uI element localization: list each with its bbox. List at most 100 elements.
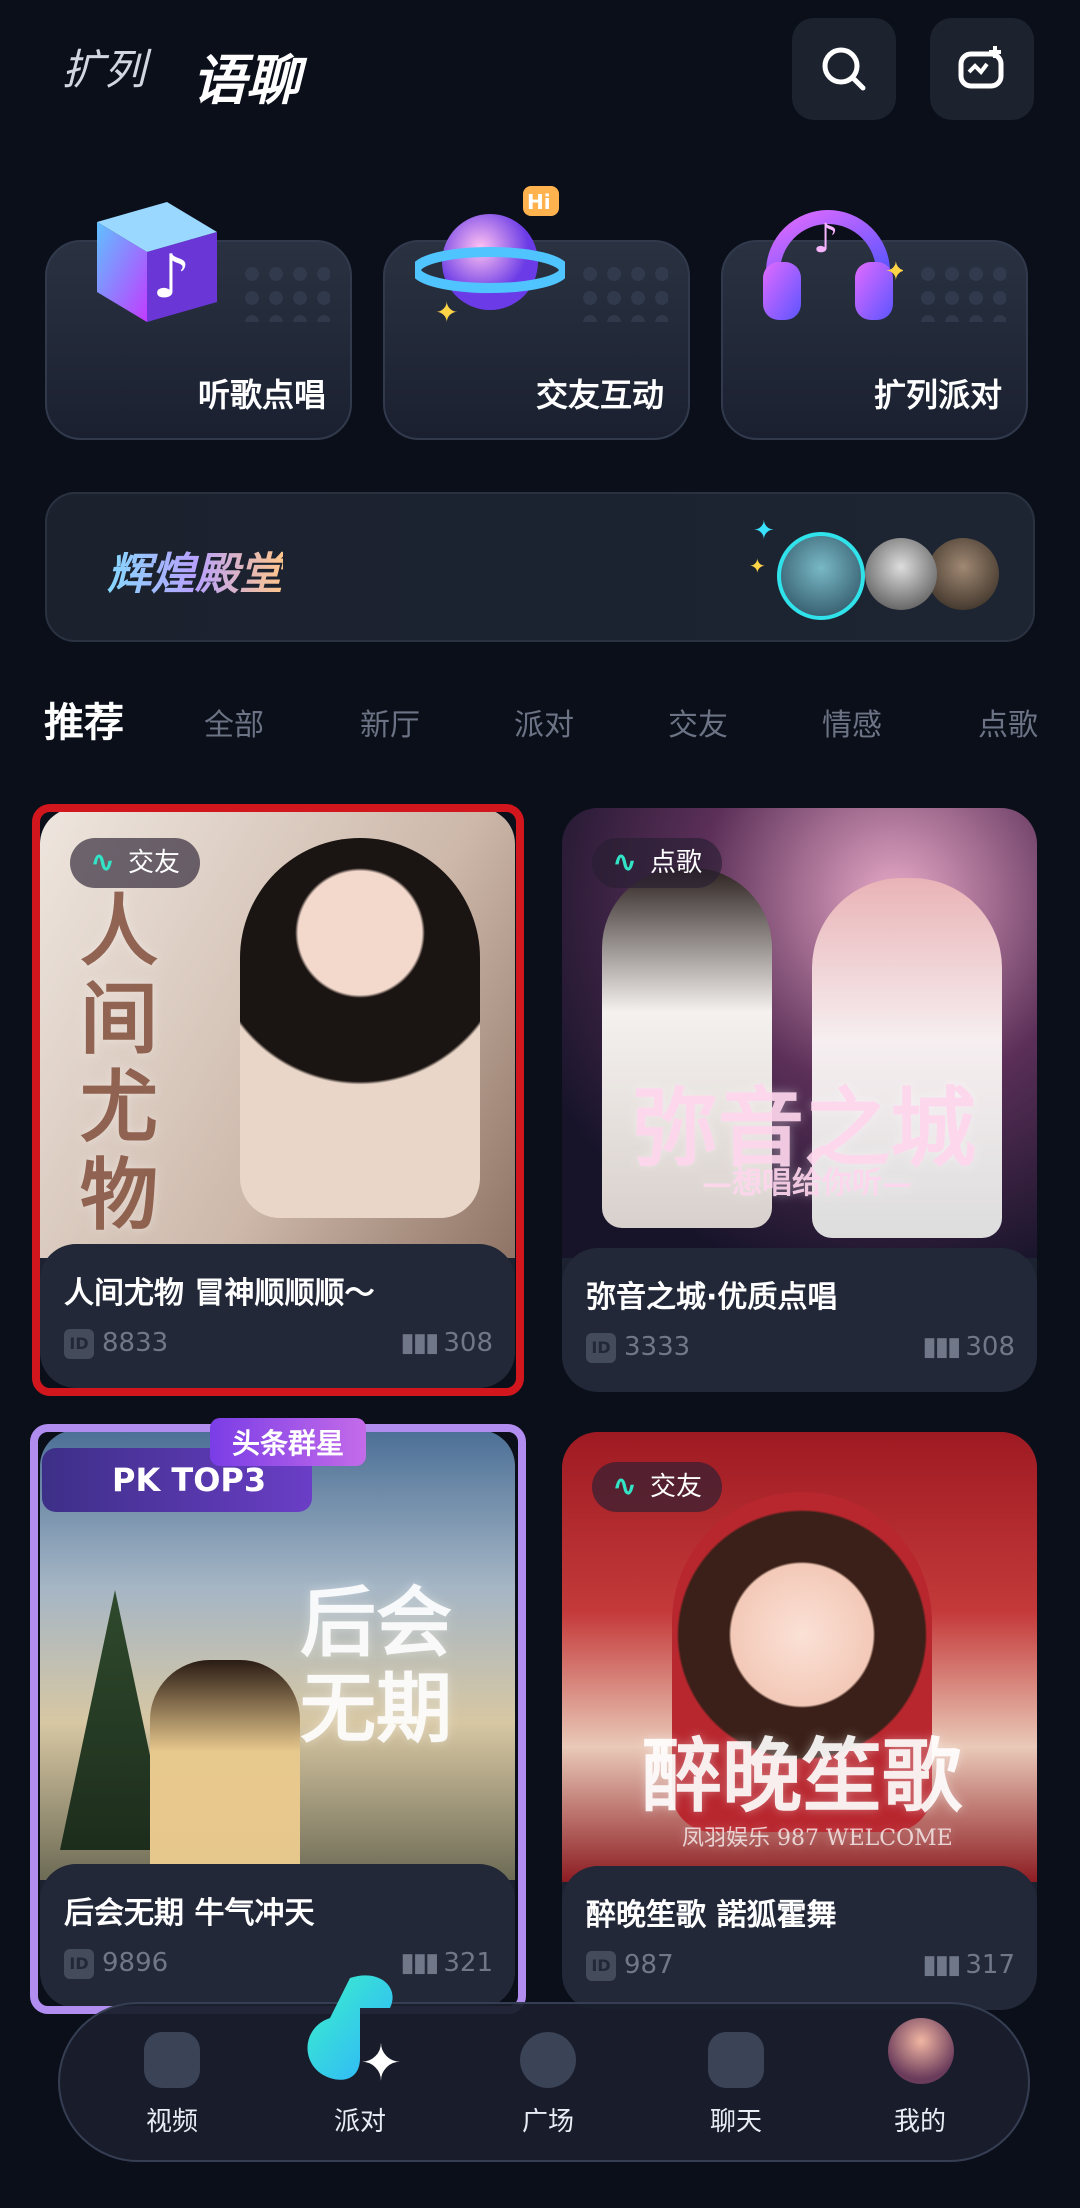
category-card-social[interactable]: Hi ✦ 交友互动	[383, 186, 690, 440]
category-label: 交友互动	[535, 376, 664, 414]
room-id: 8833	[102, 1328, 169, 1358]
search-button[interactable]	[792, 18, 896, 120]
pk-rank-label: PK TOP3	[112, 1461, 267, 1499]
id-icon: ID	[64, 1948, 94, 1979]
avatar	[888, 2018, 954, 2084]
filter-tabs: 推荐 全部 新厅 派对 交友 情感 点歌	[0, 690, 1080, 760]
listener-count-value: 321	[443, 1948, 493, 1978]
tab-expand[interactable]: 扩列	[62, 36, 146, 97]
cover-title: 醉晚笙歌	[642, 1729, 962, 1823]
nav-item-me[interactable]: 我的	[860, 2004, 980, 2164]
svg-text:Hi: Hi	[527, 190, 551, 214]
svg-text:✦: ✦	[885, 257, 903, 287]
nav-label: 派对	[333, 2107, 386, 2137]
top-header: 扩列 语聊	[0, 0, 1080, 140]
nav-item-video[interactable]: 视频	[112, 2004, 232, 2164]
svg-text:♪: ♪	[813, 216, 839, 262]
listener-count-value: 308	[965, 1332, 1015, 1362]
planet-icon: Hi ✦	[415, 186, 565, 329]
svg-text:✦: ✦	[435, 296, 458, 329]
headphones-icon: ♪ ✦	[763, 210, 903, 320]
room-name: 醉晚笙歌 諾狐霍舞	[586, 1898, 837, 1933]
room-card[interactable]: 人间尤物 交友 人间尤物 冒神顺顺顺～ ID 8833 ▮▮▮308	[40, 808, 515, 1388]
nav-item-chat[interactable]: 聊天	[676, 2004, 796, 2164]
category-label: 听歌点唱	[197, 376, 326, 414]
room-id: 3333	[624, 1332, 691, 1362]
category-row: ♪ 听歌点唱 Hi ✦ 交友互动 ♪ ✦ 扩列派对	[45, 186, 1035, 450]
listener-count: ▮▮▮ 308	[922, 1332, 1015, 1362]
cover-title: 人间尤物	[80, 886, 159, 1241]
nav-label: 广场	[521, 2107, 574, 2137]
svg-text:♪: ♪	[152, 242, 190, 312]
sparkle-icon: ✦	[753, 516, 775, 546]
add-room-icon	[958, 46, 1004, 89]
decorative-dots	[240, 262, 330, 322]
bars-icon: ▮▮▮	[922, 1950, 961, 1980]
avatar[interactable]	[777, 532, 865, 620]
room-info: 人间尤物 冒神顺顺顺～ ID 8833 ▮▮▮ 308	[40, 1244, 515, 1388]
room-meta: ID 987 ▮▮▮ 317	[586, 1950, 1015, 1984]
tab-emotion[interactable]: 情感	[822, 700, 882, 744]
video-icon	[144, 2032, 200, 2088]
svg-text:✦: ✦	[360, 2034, 402, 2092]
listener-count: ▮▮▮ 317	[922, 1950, 1015, 1980]
room-name: 后会无期 牛气冲天	[64, 1896, 315, 1931]
bars-icon: ▮▮▮	[922, 1332, 961, 1362]
nav-label: 视频	[145, 2107, 198, 2137]
id-icon: ID	[586, 1950, 616, 1981]
tab-song[interactable]: 点歌	[978, 700, 1038, 744]
avatar[interactable]	[927, 538, 999, 610]
nav-label: 我的	[893, 2107, 946, 2137]
tab-recommend[interactable]: 推荐	[44, 690, 124, 748]
listener-count-value: 308	[443, 1328, 493, 1358]
music-cube-icon: ♪	[97, 202, 217, 322]
bars-icon: ▮▮▮	[400, 1328, 439, 1358]
nav-item-party[interactable]: ✦ 派对	[300, 1975, 420, 2164]
category-label: 扩列派对	[873, 376, 1002, 414]
room-name: 弥音之城·优质点唱	[586, 1280, 838, 1315]
create-room-button[interactable]	[930, 18, 1034, 120]
tab-voice-chat[interactable]: 语聊	[181, 36, 321, 121]
room-tag-badge: 交友	[70, 838, 201, 888]
decorative-dots	[916, 262, 1006, 322]
id-icon: ID	[64, 1328, 94, 1359]
room-id: 987	[624, 1950, 674, 1980]
figure-image	[150, 1660, 300, 1890]
tab-social[interactable]: 交友	[668, 700, 728, 744]
category-card-music[interactable]: ♪ 听歌点唱	[45, 202, 352, 440]
id-icon: ID	[586, 1332, 616, 1363]
bottom-nav: 视频 ✦ 派对 广场 聊天 我的	[58, 1975, 1030, 2164]
room-name: 人间尤物 冒神顺顺顺～	[64, 1276, 375, 1311]
room-card[interactable]: 后会无期 后会无期 牛气冲天 ID 9896 ▮▮▮ 321	[40, 1430, 515, 2008]
tab-voice-chat-label: 语聊	[192, 48, 300, 112]
sparkle-icon: ✦	[749, 554, 766, 578]
listener-count-value: 317	[965, 1950, 1015, 1980]
room-info: 后会无期 牛气冲天 ID 9896 ▮▮▮ 321	[40, 1864, 515, 2008]
headline-badge: 头条群星	[210, 1418, 367, 1466]
tab-party[interactable]: 派对	[514, 700, 574, 744]
room-card[interactable]: 弥音之城 —想唱给你听— 点歌 弥音之城·优质点唱 ID3333 ▮▮▮308	[562, 808, 1037, 1392]
room-info: 弥音之城·优质点唱 ID 3333 ▮▮▮ 308	[562, 1248, 1037, 1392]
room-tag-badge: 交友	[592, 1462, 723, 1512]
hall-of-fame-banner[interactable]: 辉煌殿堂 ✦ ✦	[45, 492, 1035, 642]
category-card-party[interactable]: ♪ ✦ 扩列派对	[721, 210, 1028, 440]
tab-all[interactable]: 全部	[204, 700, 264, 744]
avatar[interactable]	[865, 538, 937, 610]
room-card[interactable]: 醉晚笙歌 凤羽娱乐 987 WELCOME 交友 醉晚笙歌 諾狐霍舞 ID 987…	[562, 1432, 1037, 2010]
portrait-image	[240, 838, 480, 1218]
room-meta: ID 8833 ▮▮▮ 308	[64, 1328, 493, 1362]
room-meta: ID 3333 ▮▮▮ 308	[586, 1332, 1015, 1366]
nav-item-square[interactable]: 广场	[488, 2004, 608, 2164]
nav-label: 聊天	[709, 2107, 762, 2137]
room-tag-badge: 点歌	[592, 838, 723, 888]
tab-new[interactable]: 新厅	[360, 700, 420, 744]
banner-title: 辉煌殿堂	[107, 538, 283, 602]
room-info: 醉晚笙歌 諾狐霍舞 ID 987 ▮▮▮ 317	[562, 1866, 1037, 2010]
cover-subtitle: —想唱给你听—	[702, 1166, 912, 1201]
room-id: 9896	[102, 1948, 169, 1978]
chat-icon	[708, 2032, 764, 2088]
search-icon	[822, 47, 866, 91]
listener-count: ▮▮▮ 308	[400, 1328, 493, 1358]
party-icon: ✦	[307, 1975, 402, 2092]
cover-subtitle: 凤羽娱乐 987 WELCOME	[682, 1826, 953, 1851]
